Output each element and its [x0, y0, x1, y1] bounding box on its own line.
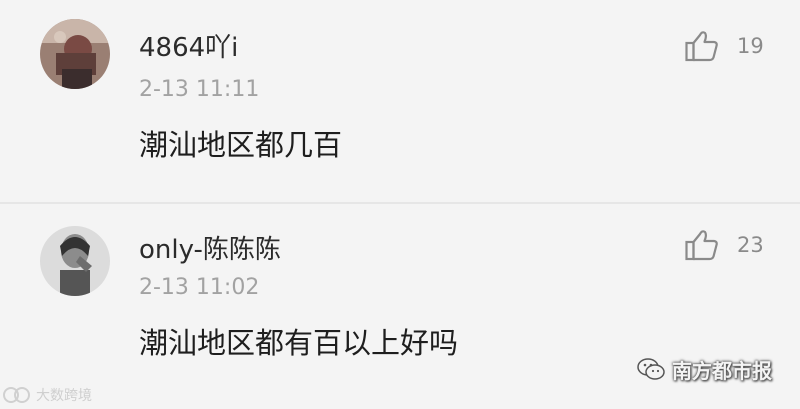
comment-item: 4864吖i 2-13 11:11 潮汕地区都几百 19 [0, 0, 800, 204]
watermark-right: 南方都市报 [636, 354, 772, 384]
comment-timestamp: 2-13 11:02 [139, 275, 260, 300]
watermark-logo-icon [3, 387, 30, 403]
like-count: 23 [737, 233, 764, 257]
like-button[interactable]: 23 [684, 227, 764, 263]
watermark-left: 大数跨境 [2, 384, 92, 406]
comment-timestamp: 2-13 11:11 [139, 77, 260, 102]
wechat-logo-icon [637, 358, 665, 380]
like-count: 19 [737, 34, 764, 58]
username[interactable]: 4864吖i [139, 27, 238, 64]
thumbs-up-icon [685, 230, 718, 261]
comment-text: 潮汕地区都几百 [139, 128, 343, 162]
thumbs-up-icon [685, 31, 718, 62]
divider [0, 202, 800, 204]
user-avatar-photo [40, 226, 110, 296]
avatar[interactable] [40, 226, 110, 296]
username[interactable]: only-陈陈陈 [139, 229, 281, 266]
user-avatar-photo [40, 19, 110, 89]
avatar[interactable] [40, 19, 110, 89]
like-button[interactable]: 19 [684, 28, 764, 64]
watermark-left-text: 大数跨境 [36, 388, 92, 404]
comment-text: 潮汕地区都有百以上好吗 [139, 326, 459, 360]
watermark-right-text: 南方都市报 [672, 358, 772, 383]
